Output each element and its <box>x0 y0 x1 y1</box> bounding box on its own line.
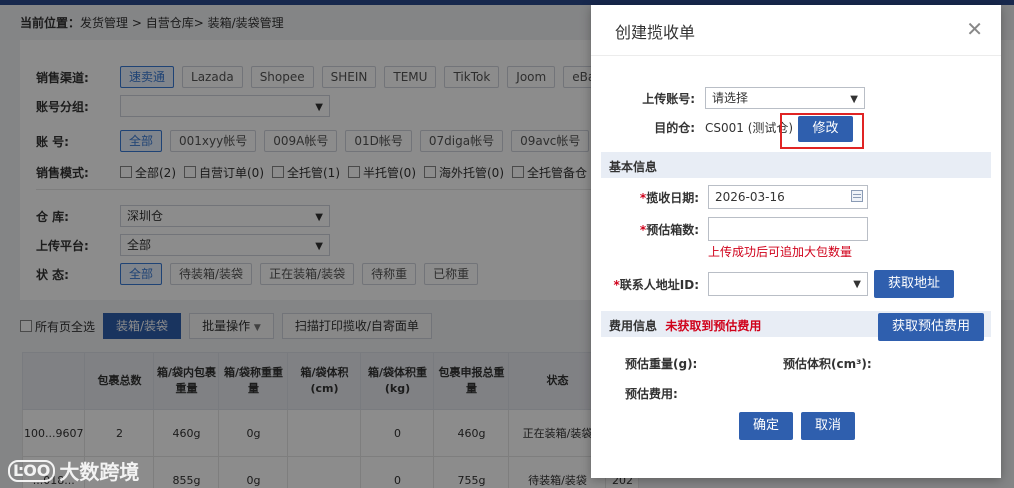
contact-address-label: *联系人地址ID: <box>613 277 699 292</box>
watermark-text: 大数跨境 <box>59 460 140 484</box>
est-volume-label: 预估体积(cm³): <box>783 357 872 371</box>
box-count-row: *预估箱数: <box>601 217 868 241</box>
box-count-note: 上传成功后可追加大包数量 <box>708 245 853 259</box>
destination-row: 目的仓: CS001 (测试仓) <box>601 119 793 136</box>
pickup-date-row: *揽收日期: 2026-03-16 <box>601 185 868 209</box>
est-weight-label: 预估重量(g): <box>625 357 698 371</box>
basic-info-section: 基本信息 <box>601 152 991 178</box>
upload-account-label: 上传账号: <box>642 91 695 106</box>
box-count-input[interactable] <box>708 217 868 241</box>
close-icon[interactable]: ✕ <box>966 17 983 41</box>
section-title: 费用信息 <box>609 319 658 333</box>
est-fee-label: 预估费用: <box>625 387 678 401</box>
input-value: 2026-03-16 <box>715 190 785 204</box>
modal-title: 创建揽收单 <box>615 23 696 42</box>
get-address-button[interactable]: 获取地址 <box>874 270 954 298</box>
upload-account-row: 上传账号: 请选择 ▼ <box>601 87 865 109</box>
pickup-date-input[interactable]: 2026-03-16 <box>708 185 868 209</box>
confirm-button[interactable]: 确定 <box>739 412 793 440</box>
fee-warning: 未获取到预估费用 <box>665 319 762 333</box>
create-pickup-modal: 创建揽收单 ✕ 上传账号: 请选择 ▼ 目的仓: CS001 (测试仓) 修改 … <box>591 5 1001 478</box>
chevron-down-icon: ▼ <box>850 94 858 105</box>
destination-label: 目的仓: <box>654 121 695 135</box>
watermark-logo: ĿOO <box>8 459 56 482</box>
fee-section-header: 费用信息 未获取到预估费用 <box>609 317 761 334</box>
highlight-box <box>780 113 864 149</box>
modal-header: 创建揽收单 ✕ <box>591 5 1001 56</box>
section-title: 基本信息 <box>609 160 658 174</box>
pickup-date-label: *揽收日期: <box>639 190 699 205</box>
select-value: 请选择 <box>712 91 749 105</box>
box-count-label: *预估箱数: <box>639 222 699 237</box>
watermark: ĿOO 大数跨境 <box>8 456 139 485</box>
upload-account-select[interactable]: 请选择 ▼ <box>705 87 865 109</box>
contact-address-row: *联系人地址ID: ▼ 获取地址 <box>601 270 954 298</box>
contact-address-select[interactable]: ▼ <box>708 272 868 296</box>
chevron-down-icon: ▼ <box>853 279 861 290</box>
cancel-button[interactable]: 取消 <box>801 412 855 440</box>
get-estimated-fee-button[interactable]: 获取预估费用 <box>878 313 984 341</box>
calendar-icon[interactable] <box>851 190 863 202</box>
